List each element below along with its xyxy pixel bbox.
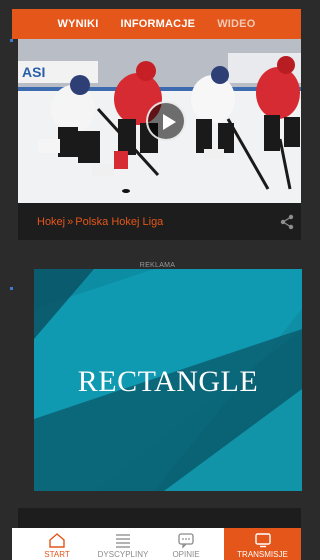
video-meta-bar: Hokej» Polska Hokej Liga (18, 203, 301, 240)
section-tabs: WYNIKI INFORMACJE WIDEO (12, 9, 301, 39)
video-thumbnail[interactable]: ASI (18, 39, 301, 203)
nav-start-label: START (44, 550, 70, 559)
screen-icon (254, 533, 271, 548)
breadcrumb-sport[interactable]: Hokej (37, 216, 65, 228)
ad-text: RECTANGLE (77, 365, 259, 398)
tab-wyniki[interactable]: WYNIKI (58, 18, 99, 30)
ad-rectangle[interactable]: RECTANGLE (34, 269, 302, 491)
chat-icon (178, 533, 194, 549)
tab-wideo[interactable]: WIDEO (217, 18, 255, 30)
share-icon[interactable] (279, 214, 295, 230)
breadcrumb: Hokej» Polska Hokej Liga (37, 216, 163, 228)
svg-text:ASI: ASI (22, 64, 45, 80)
nav-transmisje-label: TRANSMISJE (237, 550, 288, 559)
home-icon (49, 533, 65, 548)
tab-informacje[interactable]: INFORMACJE (120, 18, 195, 30)
ad-label: REKLAMA (139, 262, 176, 269)
nav-dyscypliny-label: DYSCYPLINY (97, 550, 149, 559)
bottom-nav: START DYSCYPLINY OPINIE TRANSMISJE (12, 528, 301, 560)
nav-opinie[interactable]: OPINIE (163, 528, 209, 560)
nav-dyscypliny[interactable]: DYSCYPLINY (92, 528, 154, 560)
breadcrumb-league[interactable]: Polska Hokej Liga (75, 216, 163, 228)
selection-handle (10, 39, 13, 42)
nav-start[interactable]: START (34, 528, 80, 560)
list-icon (116, 534, 130, 548)
selection-handle (10, 287, 13, 290)
breadcrumb-separator: » (67, 216, 74, 228)
play-icon[interactable] (146, 101, 186, 141)
next-article-card[interactable] (18, 508, 301, 528)
nav-transmisje[interactable]: TRANSMISJE (224, 528, 301, 560)
nav-opinie-label: OPINIE (172, 550, 200, 559)
